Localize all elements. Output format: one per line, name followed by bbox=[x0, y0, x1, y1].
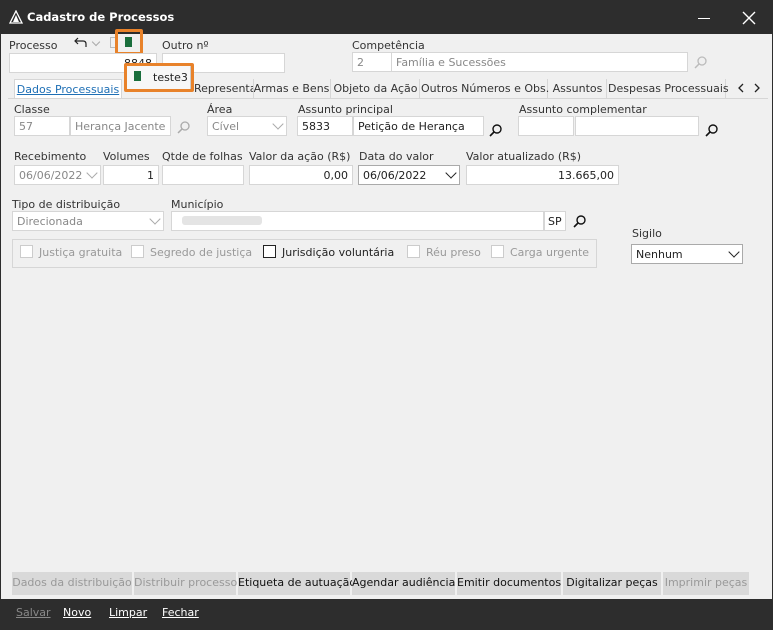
competencia-code-input[interactable]: 2 bbox=[352, 52, 392, 72]
recebimento-label: Recebimento bbox=[14, 150, 87, 163]
etiqueta-autuacao-button[interactable]: Etiqueta de autuação bbox=[238, 572, 356, 595]
tipo-distribuicao-select[interactable]: Direcionada bbox=[12, 211, 164, 231]
minimize-button[interactable] bbox=[695, 9, 713, 27]
tab-scroll-right-icon[interactable] bbox=[752, 83, 762, 93]
sigilo-select[interactable]: Nenhum bbox=[631, 244, 743, 264]
valor-acao-label: Valor da ação (R$) bbox=[249, 150, 351, 163]
data-valor-date-picker[interactable]: 06/06/2022 bbox=[358, 165, 460, 185]
app-logo-icon bbox=[9, 10, 23, 24]
emitir-documentos-button[interactable]: Emitir documentos bbox=[457, 572, 561, 595]
segredo-justica-checkbox[interactable]: Segredo de justiça bbox=[131, 245, 252, 259]
sigilo-label: Sigilo bbox=[632, 227, 662, 240]
footer-bar: Salvar Novo Limpar Fechar bbox=[1, 599, 773, 630]
area-select[interactable]: Cível bbox=[207, 116, 287, 136]
assunto-principal-name-input[interactable]: Petição de Herança bbox=[353, 116, 484, 136]
close-icon[interactable] bbox=[740, 9, 758, 27]
dados-distribuicao-button[interactable]: Dados da distribuição bbox=[12, 572, 132, 595]
area-label: Área bbox=[207, 103, 233, 116]
valor-atualizado-input[interactable]: 13.665,00 bbox=[466, 165, 619, 185]
search-competencia-icon[interactable] bbox=[694, 55, 708, 69]
tab-representantes[interactable]: Representantes bbox=[194, 79, 254, 99]
agendar-audiencia-button[interactable]: Agendar audiência bbox=[352, 572, 455, 595]
outro-numero-label: Outro nº bbox=[162, 39, 209, 52]
search-municipio-icon[interactable] bbox=[573, 214, 587, 228]
valor-acao-input[interactable]: 0,00 bbox=[249, 165, 353, 185]
municipio-redacted bbox=[182, 216, 262, 225]
search-assunto-complementar-icon[interactable] bbox=[705, 123, 719, 137]
competencia-label: Competência bbox=[352, 39, 425, 52]
municipio-uf-input[interactable]: SP bbox=[544, 211, 566, 231]
recebimento-date-picker[interactable]: 06/06/2022 bbox=[14, 165, 101, 185]
assunto-complementar-label: Assunto complementar bbox=[519, 103, 647, 116]
municipio-label: Município bbox=[171, 198, 224, 211]
volumes-input[interactable]: 1 bbox=[103, 165, 159, 185]
classe-code-input[interactable]: 57 bbox=[14, 116, 70, 136]
search-assunto-principal-icon[interactable] bbox=[489, 123, 503, 137]
volumes-label: Volumes bbox=[103, 150, 150, 163]
process-window: Cadastro de Processos Processo 8848 Outr… bbox=[0, 0, 773, 630]
reu-preso-checkbox[interactable]: Réu preso bbox=[407, 245, 481, 259]
data-valor-label: Data do valor bbox=[359, 150, 434, 163]
qtde-folhas-label: Qtde de folhas bbox=[162, 150, 243, 163]
tab-bar: Dados Processuais Representantes Armas e… bbox=[8, 79, 768, 99]
undo-icon[interactable] bbox=[74, 36, 88, 48]
assunto-complementar-code-input[interactable] bbox=[518, 116, 574, 136]
competencia-name-input[interactable]: Família e Sucessões bbox=[391, 52, 688, 72]
valor-atualizado-label: Valor atualizado (R$) bbox=[466, 150, 582, 163]
tab-dados-processuais[interactable]: Dados Processuais bbox=[14, 79, 122, 99]
search-classe-icon[interactable] bbox=[177, 120, 191, 134]
tab-assuntos[interactable]: Assuntos bbox=[549, 79, 607, 99]
classe-name-input[interactable]: Herança Jacente bbox=[70, 116, 171, 136]
imprimir-pecas-button[interactable]: Imprimir peças bbox=[663, 572, 749, 595]
qtde-folhas-input[interactable] bbox=[162, 165, 244, 185]
assunto-complementar-name-input[interactable] bbox=[575, 116, 699, 136]
tipo-distribuicao-label: Tipo de distribuição bbox=[12, 198, 121, 211]
salvar-button[interactable]: Salvar bbox=[16, 606, 51, 619]
carga-urgente-checkbox[interactable]: Carga urgente bbox=[491, 245, 589, 259]
justica-gratuita-checkbox[interactable]: Justiça gratuita bbox=[20, 245, 122, 259]
window-title: Cadastro de Processos bbox=[27, 10, 175, 24]
tab-armas-e-bens[interactable]: Armas e Bens bbox=[253, 79, 331, 99]
undo-dropdown-icon[interactable] bbox=[91, 37, 101, 47]
limpar-button[interactable]: Limpar bbox=[109, 606, 147, 619]
municipio-input[interactable] bbox=[171, 211, 544, 231]
digitalizar-pecas-button[interactable]: Digitalizar peças bbox=[563, 572, 661, 595]
distribuir-processo-button[interactable]: Distribuir processo bbox=[134, 572, 237, 595]
assunto-principal-code-input[interactable]: 5833 bbox=[297, 116, 353, 136]
tab-outros-numeros[interactable]: Outros Números e Obs. bbox=[421, 79, 549, 99]
processo-label: Processo bbox=[9, 39, 58, 52]
classe-label: Classe bbox=[14, 103, 50, 116]
fechar-button[interactable]: Fechar bbox=[162, 606, 199, 619]
tab-objeto-da-acao[interactable]: Objeto da Ação bbox=[332, 79, 420, 99]
novo-button[interactable]: Novo bbox=[63, 606, 91, 619]
tab-scroll-left-icon[interactable] bbox=[736, 83, 746, 93]
tab-despesas-processuais[interactable]: Despesas Processuais bbox=[608, 79, 729, 99]
assunto-principal-label: Assunto principal bbox=[298, 103, 393, 116]
document-icon[interactable] bbox=[125, 37, 132, 47]
jurisdicao-voluntaria-checkbox[interactable]: Jurisdição voluntária bbox=[263, 245, 394, 259]
